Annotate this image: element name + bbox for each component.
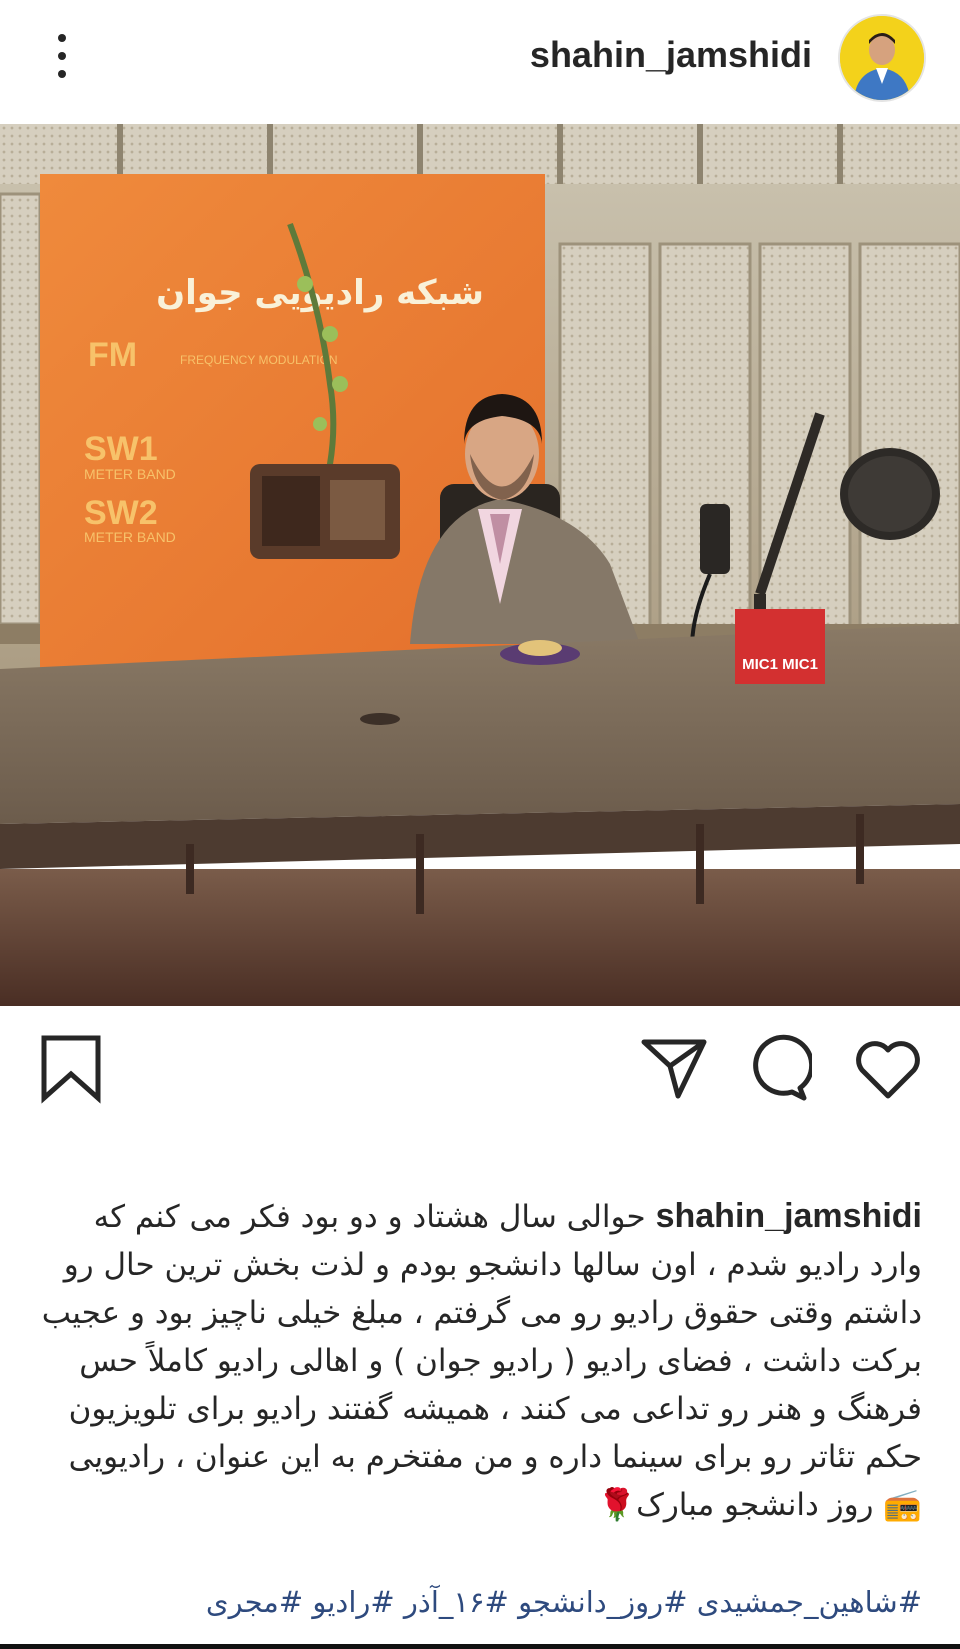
post-caption: shahin_jamshidi حوالی سال هشتاد و دو بود… bbox=[38, 1192, 922, 1529]
bottom-divider bbox=[0, 1644, 960, 1649]
post-photo[interactable]: شبکه رادیویی جوان FM FREQUENCY MODULATIO… bbox=[0, 124, 960, 1006]
band-sub-fm: FREQUENCY MODULATION bbox=[180, 353, 338, 367]
mic-flag-label: MIC1 MIC1 bbox=[742, 656, 818, 673]
post-username[interactable]: shahin_jamshidi bbox=[530, 34, 812, 76]
more-vertical-icon bbox=[58, 34, 66, 42]
band-label-sw1: SW1 bbox=[84, 430, 158, 468]
post-actions bbox=[0, 1010, 960, 1120]
avatar-image bbox=[840, 16, 924, 100]
send-icon[interactable] bbox=[638, 1032, 710, 1104]
bookmark-icon[interactable] bbox=[36, 1032, 108, 1104]
band-sub-sw2: METER BAND bbox=[84, 529, 176, 545]
comment-icon[interactable] bbox=[740, 1032, 812, 1104]
banner-title: شبکه رادیویی جوان bbox=[156, 273, 484, 313]
band-label-fm: FM bbox=[88, 336, 137, 374]
band-sub-sw1: METER BAND bbox=[84, 466, 176, 482]
band-label-sw2: SW2 bbox=[84, 494, 158, 532]
hashtags[interactable]: #شاهین_جمشیدی #روز_دانشجو #۱۶_آذر #رادیو… bbox=[38, 1585, 922, 1619]
post-header: shahin_jamshidi bbox=[0, 0, 960, 118]
caption-text: حوالی سال هشتاد و دو بود فکر می کنم که و… bbox=[41, 1199, 922, 1523]
avatar[interactable] bbox=[838, 14, 926, 102]
more-options-button[interactable] bbox=[52, 32, 72, 80]
studio-photo: شبکه رادیویی جوان FM FREQUENCY MODULATIO… bbox=[0, 124, 960, 1006]
caption-username[interactable]: shahin_jamshidi bbox=[656, 1197, 922, 1235]
heart-icon[interactable] bbox=[852, 1032, 924, 1104]
